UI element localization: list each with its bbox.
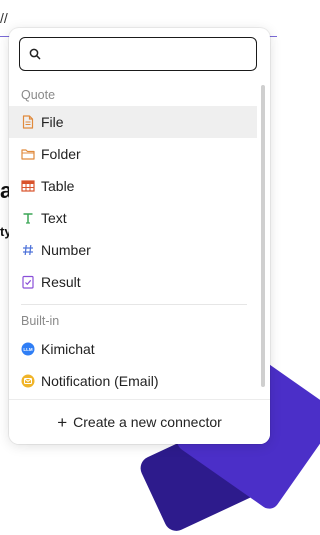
create-connector-button[interactable]: + Create a new connector <box>9 399 270 444</box>
email-icon <box>21 374 35 388</box>
list-item-kimichat[interactable]: LLM Kimichat <box>9 333 257 365</box>
hash-icon <box>21 243 35 257</box>
search-icon <box>29 48 41 60</box>
scrollbar[interactable] <box>261 85 265 387</box>
list-item-label: Notification (Email) <box>41 373 159 389</box>
background-breadcrumb: // <box>0 10 8 26</box>
list-item-folder[interactable]: Folder <box>9 138 257 170</box>
kimichat-icon: LLM <box>21 342 35 356</box>
folder-icon <box>21 147 35 161</box>
search-box[interactable] <box>19 37 257 71</box>
list-item-number[interactable]: Number <box>9 234 257 266</box>
list-item-label: Result <box>41 274 81 290</box>
connector-picker-popover: Quote File Folder Table Text Number Resu… <box>9 28 270 444</box>
plus-icon: + <box>57 412 68 432</box>
create-connector-label: Create a new connector <box>73 414 222 430</box>
list-item-notification-email[interactable]: Notification (Email) <box>9 365 257 397</box>
section-divider <box>21 304 247 305</box>
list-item-label: Text <box>41 210 67 226</box>
text-icon <box>21 211 35 225</box>
search-input[interactable] <box>47 37 256 71</box>
file-icon <box>21 115 35 129</box>
connector-list: Quote File Folder Table Text Number Resu… <box>9 80 259 397</box>
list-item-text[interactable]: Text <box>9 202 257 234</box>
result-icon <box>21 275 35 289</box>
section-label-built-in: Built-in <box>21 314 60 328</box>
table-icon <box>21 179 35 193</box>
list-item-table[interactable]: Table <box>9 170 257 202</box>
list-item-label: Folder <box>41 146 81 162</box>
list-item-label: File <box>41 114 64 130</box>
list-item-result[interactable]: Result <box>9 266 257 298</box>
list-item-label: Kimichat <box>41 341 95 357</box>
list-item-label: Number <box>41 242 91 258</box>
list-item-label: Table <box>41 178 75 194</box>
list-item-file[interactable]: File <box>9 106 257 138</box>
section-label-quote: Quote <box>21 88 56 102</box>
svg-text:LLM: LLM <box>23 347 32 352</box>
